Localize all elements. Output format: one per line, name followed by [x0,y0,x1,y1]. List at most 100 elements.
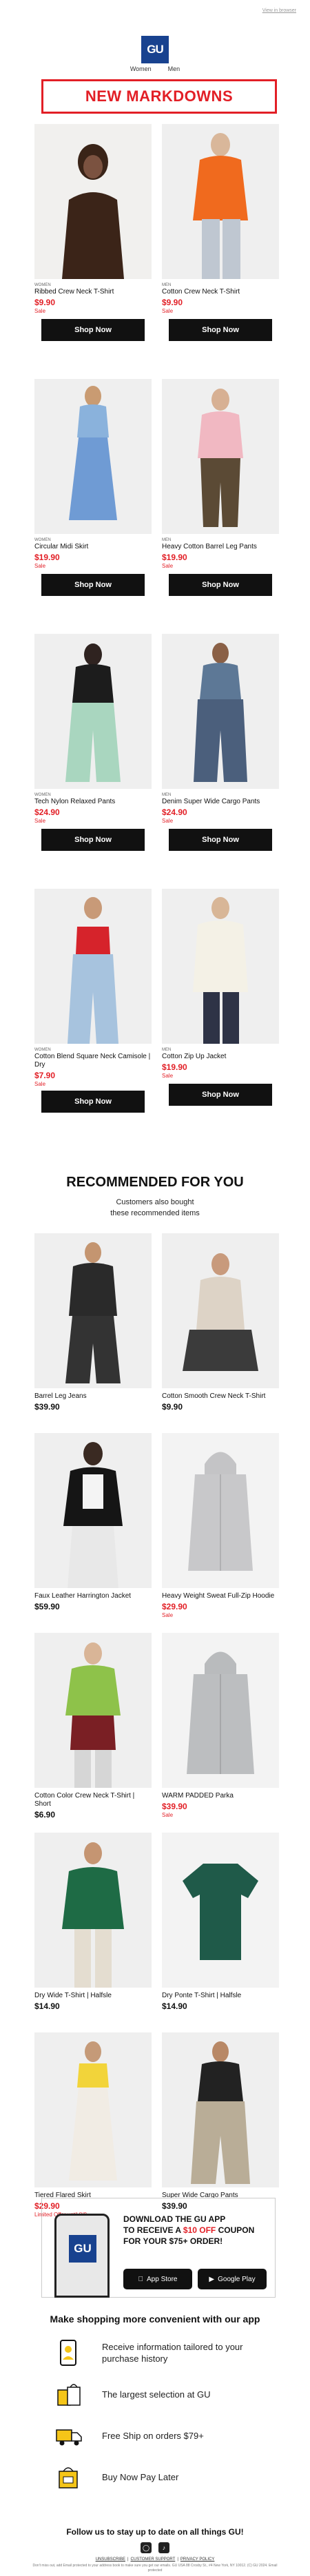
product-gender: MEN [162,793,172,797]
product-name[interactable]: Dry Ponte T-Shirt | Halfsle [162,1992,279,2000]
product-image[interactable] [162,1833,279,1988]
google-play-button[interactable]: ▶ Google Play [198,2269,267,2289]
product-name[interactable]: WARM PADDED Parka [162,1792,279,1800]
shop-now-button[interactable]: Shop Now [41,574,145,596]
shop-now-button[interactable]: Shop Now [169,574,272,596]
app-download-banner[interactable]: GU DOWNLOAD THE GU APP TO RECEIVE A $10 … [41,2198,276,2298]
footer-links: UNSUBSCRIBE | CUSTOMER SUPPORT | PRIVACY POL… [95,2557,215,2562]
shop-now-button[interactable]: Shop Now [41,319,145,341]
rec-card[interactable]: Dry Ponte T-Shirt | Halfsle $14.90 [162,1833,279,2011]
product-price: $39.90 [34,1402,60,1412]
product-image[interactable] [34,2032,152,2187]
product-price: $59.90 [34,1602,60,1611]
nav-women[interactable]: Women [130,65,152,72]
shop-now-button[interactable]: Shop Now [41,829,145,851]
recommended-subtitle-line: Customers also bought [116,1198,194,1206]
product-image[interactable] [162,2032,279,2187]
product-card[interactable]: WOMEN Cotton Blend Square Neck Camisole … [34,889,152,1087]
product-name[interactable]: Heavy Weight Sweat Full-Zip Hoodie [162,1592,279,1600]
product-card[interactable]: WOMEN Circular Midi Skirt $19.90 Sale [34,379,152,569]
tiktok-icon[interactable]: ♪ [158,2542,169,2553]
product-image[interactable] [34,634,152,789]
rec-card[interactable]: Tiered Flared Skirt $29.90 Limited Offer… [34,2032,152,2218]
product-image[interactable] [34,379,152,534]
recommended-title: RECOMMENDED FOR YOU [66,1175,244,1190]
customer-support-link[interactable]: CUSTOMER SUPPORT [131,2557,176,2562]
product-name[interactable]: Heavy Cotton Barrel Leg Pants [162,543,279,551]
product-image[interactable] [34,1433,152,1588]
product-name[interactable]: Faux Leather Harrington Jacket [34,1592,152,1600]
rec-card[interactable]: WARM PADDED Parka $39.90 Sale [162,1633,279,1818]
product-image[interactable] [162,634,279,789]
product-name[interactable]: Barrel Leg Jeans [34,1392,152,1401]
product-image[interactable] [162,1233,279,1388]
product-card[interactable]: MEN Denim Super Wide Cargo Pants $24.90 … [162,634,279,824]
privacy-policy-link[interactable]: PRIVACY POLICY [180,2557,214,2562]
view-in-browser-link[interactable]: View in browser [262,8,296,13]
product-card[interactable]: MEN Heavy Cotton Barrel Leg Pants $19.90… [162,379,279,569]
product-card[interactable]: MEN Cotton Zip Up Jacket $19.90 Sale [162,889,279,1079]
instagram-icon[interactable]: ◯ [141,2542,152,2553]
sale-label: Sale [34,563,46,569]
rec-card[interactable]: Heavy Weight Sweat Full-Zip Hoodie $29.9… [162,1433,279,1618]
product-image[interactable] [162,379,279,534]
product-image[interactable] [34,1633,152,1788]
rec-card[interactable]: Cotton Smooth Crew Neck T-Shirt $9.90 [162,1233,279,1412]
feature-row: The largest selection at GU [55,2373,276,2415]
unsubscribe-link[interactable]: UNSUBSCRIBE [96,2557,125,2562]
sale-label: Sale [162,1612,174,1618]
rec-card[interactable]: Super Wide Cargo Pants $39.90 [162,2032,279,2211]
rec-card[interactable]: Cotton Color Crew Neck T-Shirt | Short $… [34,1633,152,1820]
feature-row: Receive information tailored to your pur… [55,2332,276,2373]
product-name[interactable]: Cotton Smooth Crew Neck T-Shirt [162,1392,279,1401]
phone-person-icon [60,2340,76,2366]
product-card[interactable]: WOMEN Tech Nylon Relaxed Pants $24.90 Sa… [34,634,152,824]
nav-men[interactable]: Men [168,65,180,72]
product-price: $19.90 [162,553,187,562]
product-image[interactable] [34,1233,152,1388]
product-image[interactable] [34,124,152,279]
product-gender: WOMEN [34,283,51,287]
product-image[interactable] [34,1833,152,1988]
product-name[interactable]: Cotton Zip Up Jacket [162,1053,279,1061]
product-name[interactable]: Denim Super Wide Cargo Pants [162,798,279,806]
product-name[interactable]: Cotton Color Crew Neck T-Shirt | Short [34,1792,152,1809]
product-image[interactable] [162,124,279,279]
app-promo-line: TO RECEIVE A $10 OFF COUPON [123,2225,268,2236]
product-gender: WOMEN [34,538,51,542]
product-price: $24.90 [162,807,187,817]
product-name[interactable]: Tech Nylon Relaxed Pants [34,798,152,806]
product-image[interactable] [162,889,279,1044]
product-name[interactable]: Circular Midi Skirt [34,543,152,551]
feature-text: Free Ship on orders $79+ [102,2430,204,2441]
product-image[interactable] [34,889,152,1044]
apple-icon:  [138,2276,144,2283]
product-card[interactable]: MEN Cotton Crew Neck T-Shirt $9.90 Sale [162,124,279,314]
sale-label: Sale [162,1812,174,1818]
delivery-truck-icon [56,2429,82,2446]
product-card[interactable]: WOMEN Ribbed Crew Neck T-Shirt $9.90 Sal… [34,124,152,314]
app-promo-text-part: COUPON [216,2225,255,2235]
rec-card[interactable]: Barrel Leg Jeans $39.90 [34,1233,152,1412]
product-image[interactable] [162,1433,279,1588]
product-image[interactable] [162,1633,279,1788]
gu-logo[interactable]: GU [141,36,169,63]
shop-now-button[interactable]: Shop Now [41,1091,145,1113]
convenience-title: Make shopping more convenient with our a… [50,2314,260,2325]
sale-label: Sale [34,308,46,314]
app-promo-text-part: TO RECEIVE A [123,2225,183,2235]
product-name[interactable]: Cotton Blend Square Neck Camisole | Dry [34,1053,152,1069]
shop-now-button[interactable]: Shop Now [169,829,272,851]
app-store-label: App Store [144,2275,177,2283]
google-play-label: Google Play [218,2275,256,2283]
product-name[interactable]: Cotton Crew Neck T-Shirt [162,288,279,296]
shop-now-button[interactable]: Shop Now [169,319,272,341]
sale-label: Sale [162,308,174,314]
rec-card[interactable]: Faux Leather Harrington Jacket $59.90 [34,1433,152,1611]
app-store-button[interactable]:  App Store [123,2269,192,2289]
product-name[interactable]: Dry Wide T-Shirt | Halfsle [34,1992,152,2000]
product-name[interactable]: Ribbed Crew Neck T-Shirt [34,288,152,296]
markdowns-banner[interactable]: NEW MARKDOWNS [41,79,277,114]
shop-now-button[interactable]: Shop Now [169,1084,272,1106]
rec-card[interactable]: Dry Wide T-Shirt | Halfsle $14.90 [34,1833,152,2011]
